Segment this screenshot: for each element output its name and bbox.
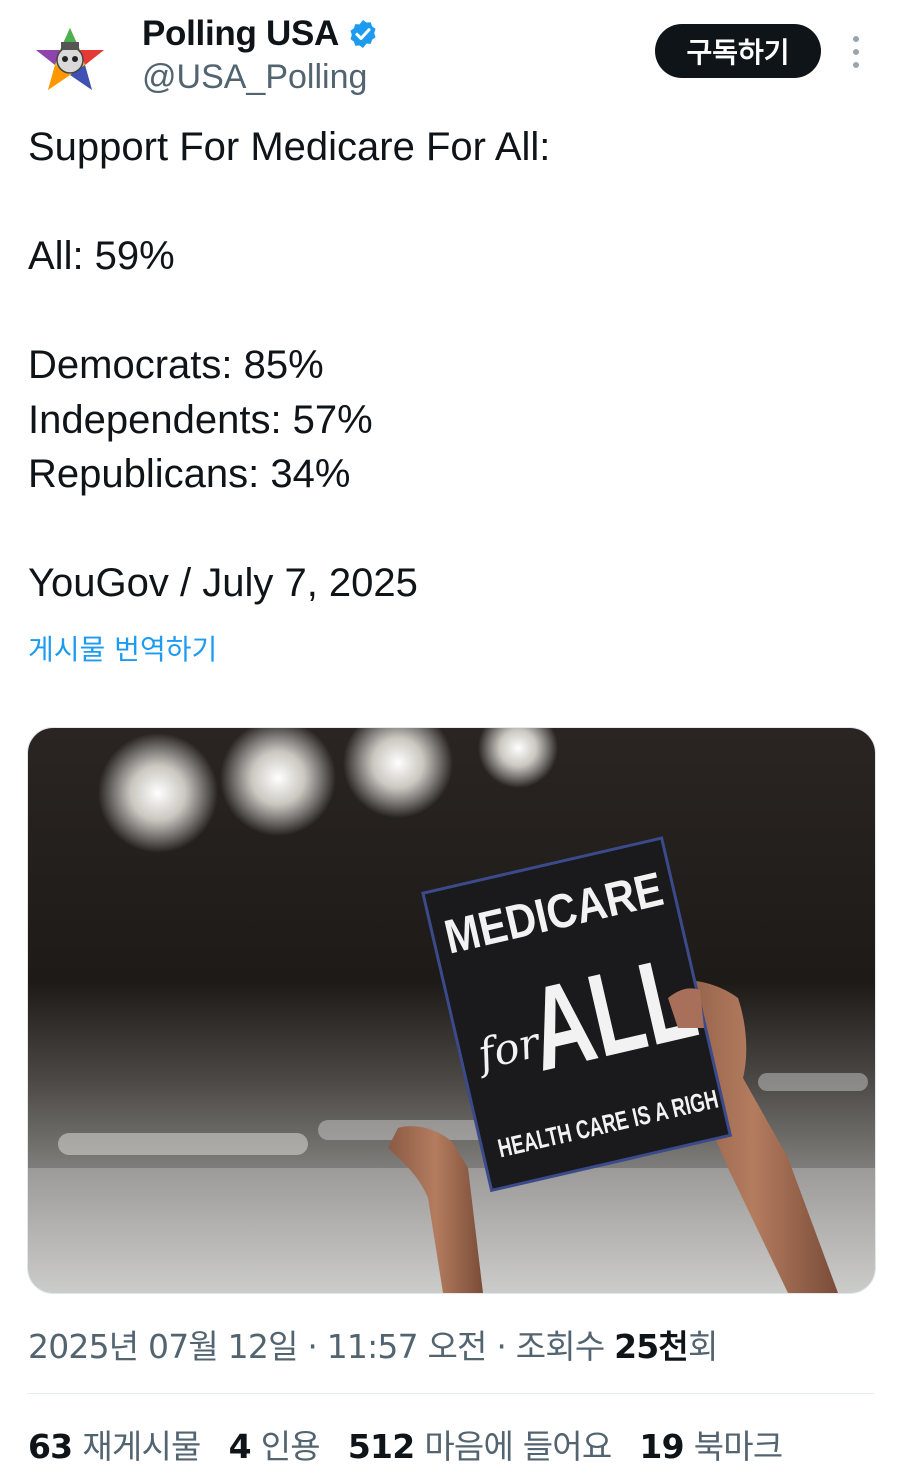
- subscribe-button[interactable]: 구독하기: [655, 24, 821, 78]
- post-line: YouGov / July 7, 2025: [28, 561, 418, 605]
- post-line: Support For Medicare For All:: [28, 125, 551, 169]
- post-line: Republicans: 34%: [28, 452, 351, 496]
- avatar[interactable]: [30, 22, 110, 102]
- medicare-sign-photo: MEDICARE for ALL HEALTH CARE IS A RIGH: [28, 728, 875, 1293]
- author-name[interactable]: Polling USA: [142, 14, 339, 54]
- post-line: [28, 175, 878, 230]
- reposts-stat[interactable]: 63 재게시물: [28, 1420, 201, 1468]
- post-line: Democrats: 85%: [28, 343, 324, 387]
- post-image[interactable]: MEDICARE for ALL HEALTH CARE IS A RIGH: [27, 727, 876, 1294]
- author-handle[interactable]: @USA_Polling: [142, 58, 367, 97]
- quotes-label: 인용: [260, 1427, 321, 1466]
- views-label: 조회수: [515, 1327, 615, 1366]
- post-line: All: 59%: [28, 234, 175, 278]
- more-vertical-icon[interactable]: [842, 30, 870, 74]
- post-time[interactable]: 11:57 오전: [327, 1327, 488, 1366]
- verified-badge-icon: [350, 20, 376, 48]
- post-line: [28, 502, 878, 557]
- meta-separator: ·: [297, 1327, 327, 1366]
- post-line: [28, 284, 878, 339]
- more-dot: [853, 62, 859, 68]
- post-line: Independents: 57%: [28, 397, 373, 442]
- author-name-row: Polling USA: [142, 14, 379, 54]
- likes-count: 512: [347, 1427, 415, 1466]
- more-dot: [853, 49, 859, 55]
- translate-post-link[interactable]: 게시물 번역하기: [28, 628, 217, 668]
- views-count: 25천: [614, 1327, 689, 1366]
- engagement-stats: 63 재게시물 4 인용 512 마음에 들어요 19 북마크: [28, 1420, 810, 1468]
- bookmarks-count: 19: [639, 1427, 684, 1466]
- post-meta: 2025년 07월 12일 · 11:57 오전 · 조회수 25천회: [28, 1320, 718, 1368]
- post-text: Support For Medicare For All: All: 59% D…: [28, 120, 878, 611]
- more-dot: [853, 36, 859, 42]
- bookmarks-label: 북마크: [693, 1427, 783, 1466]
- likes-stat[interactable]: 512 마음에 들어요: [348, 1420, 612, 1468]
- divider: [27, 1393, 874, 1394]
- likes-label: 마음에 들어요: [424, 1427, 612, 1466]
- post-header: Polling USA @USA_Polling 구독하기: [0, 0, 900, 110]
- views-suffix: 회: [687, 1327, 718, 1366]
- quotes-stat[interactable]: 4 인용: [228, 1420, 321, 1468]
- reposts-count: 63: [28, 1427, 73, 1466]
- meta-separator: ·: [486, 1327, 516, 1366]
- bookmarks-stat[interactable]: 19 북마크: [639, 1420, 783, 1468]
- post-date[interactable]: 2025년 07월 12일: [28, 1327, 298, 1366]
- reposts-label: 재게시물: [82, 1427, 201, 1466]
- quotes-count: 4: [228, 1427, 252, 1466]
